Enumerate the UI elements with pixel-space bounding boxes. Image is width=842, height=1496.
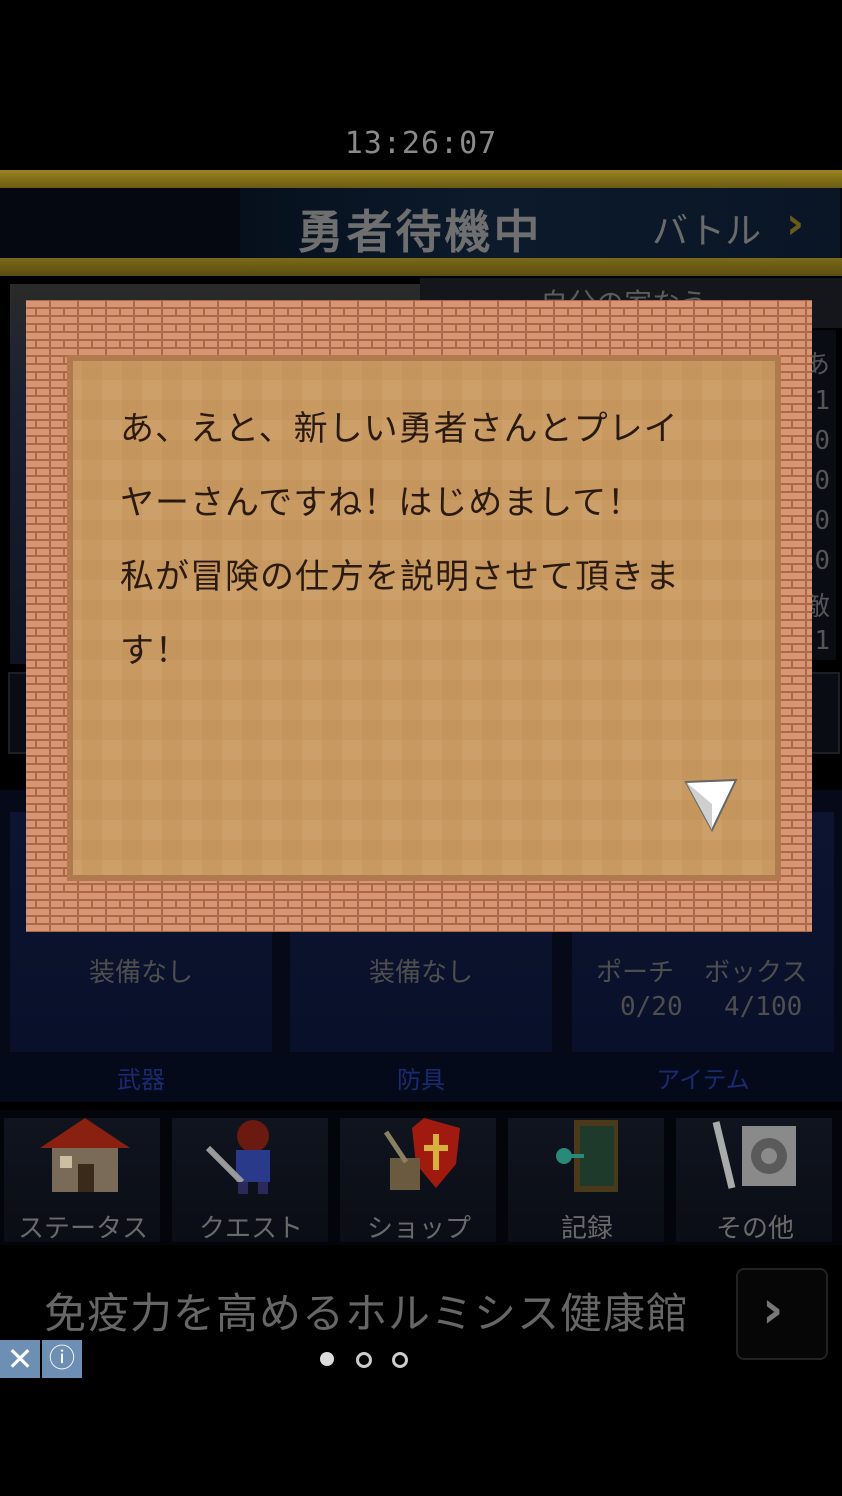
weapon-slot-label: 装備なし: [88, 958, 193, 988]
nav-other-label: その他: [715, 1214, 794, 1244]
hero-icon: [205, 1120, 270, 1194]
ad-close-icon[interactable]: ✕: [0, 1340, 40, 1378]
nav-shop-label: ショップ: [366, 1214, 471, 1244]
clock: 13:26:07: [344, 126, 498, 161]
dialog-text: あ、えと、新しい勇者さんとプレイ ヤーさんですね！はじめまして！ 私が冒険の仕方…: [120, 392, 740, 688]
tab-weapon[interactable]: 武器: [10, 1060, 272, 1095]
ad-info-icon[interactable]: ⓘ: [42, 1340, 82, 1378]
page-title: 勇者待機中: [297, 205, 543, 259]
battle-button[interactable]: バトル: [652, 202, 761, 254]
armor-slot-label: 装備なし: [368, 958, 473, 988]
nav-quest-label: クエスト: [198, 1214, 303, 1244]
pouch-count: 0/20: [620, 992, 683, 1022]
box-count: 4/100: [724, 992, 803, 1022]
header-gold-bar-top: [0, 170, 842, 188]
pager-dot[interactable]: [356, 1352, 372, 1368]
pager-dot-active[interactable]: [320, 1352, 334, 1366]
dialog-line: 私が冒険の仕方を説明させて頂きま: [120, 557, 680, 597]
house-icon: [40, 1118, 130, 1192]
chevron-right-icon[interactable]: ›: [762, 1280, 783, 1340]
box-label: ボックス: [704, 958, 808, 988]
dialog-line: ヤーさんですね！はじめまして！: [120, 483, 643, 523]
pager-dot[interactable]: [392, 1352, 408, 1368]
dialog-line: あ、えと、新しい勇者さんとプレイ: [120, 409, 679, 449]
chevron-right-icon[interactable]: ›: [786, 198, 804, 249]
next-arrow-icon[interactable]: [682, 776, 740, 834]
book-icon: [556, 1120, 618, 1192]
nav-status-label: ステータス: [17, 1214, 148, 1244]
ad-text[interactable]: 免疫力を高めるホルミシス健康館: [44, 1280, 689, 1341]
shield-shop-icon: [383, 1118, 460, 1190]
tab-armor[interactable]: 防具: [290, 1060, 552, 1095]
tab-item[interactable]: アイテム: [572, 1060, 834, 1095]
gear-icon: [712, 1121, 796, 1189]
pouch-label: ポーチ: [596, 958, 675, 988]
dialog-line: す！: [120, 631, 190, 671]
nav-record-label: 記録: [560, 1214, 613, 1244]
